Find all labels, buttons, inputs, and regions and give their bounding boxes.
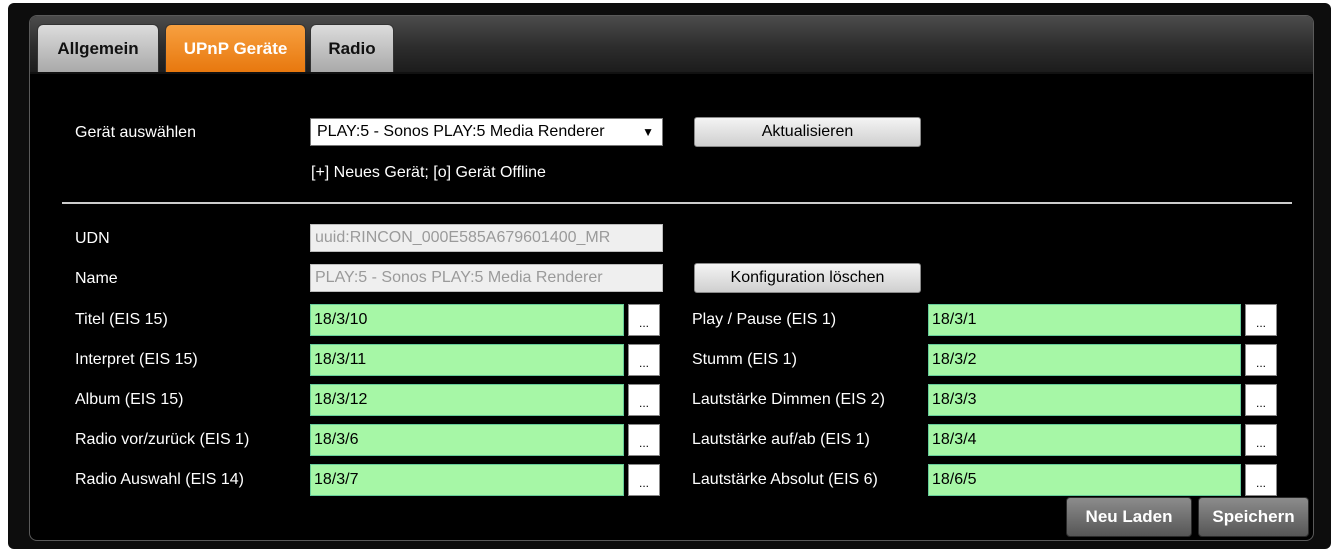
device-select-value: PLAY:5 - Sonos PLAY:5 Media Renderer xyxy=(317,123,605,140)
album-label: Album (EIS 15) xyxy=(75,391,184,408)
name-field: PLAY:5 - Sonos PLAY:5 Media Renderer xyxy=(310,264,663,292)
refresh-button[interactable]: Aktualisieren xyxy=(694,117,921,147)
radio-selection-browse-button[interactable]: ... xyxy=(628,464,660,496)
play-pause-browse-button[interactable]: ... xyxy=(1245,304,1277,336)
name-label: Name xyxy=(75,270,118,287)
tab-bar: Allgemein UPnP Geräte Radio xyxy=(30,16,1313,74)
save-button[interactable]: Speichern xyxy=(1198,497,1309,537)
play-pause-label: Play / Pause (EIS 1) xyxy=(692,311,837,328)
album-browse-button[interactable]: ... xyxy=(628,384,660,416)
title-browse-button[interactable]: ... xyxy=(628,304,660,336)
udn-label: UDN xyxy=(75,230,110,247)
title-label: Titel (EIS 15) xyxy=(75,311,168,328)
radio-next-prev-label: Radio vor/zurück (EIS 1) xyxy=(75,431,250,448)
mute-group-address-input[interactable]: 18/3/2 xyxy=(928,344,1241,376)
settings-panel: Allgemein UPnP Geräte Radio Gerät auswäh… xyxy=(29,15,1314,541)
volume-absolute-group-address-input[interactable]: 18/6/5 xyxy=(928,464,1241,496)
mute-browse-button[interactable]: ... xyxy=(1245,344,1277,376)
artist-label: Interpret (EIS 15) xyxy=(75,351,198,368)
udn-field: uuid:RINCON_000E585A679601400_MR xyxy=(310,224,663,252)
radio-selection-label: Radio Auswahl (EIS 14) xyxy=(75,471,244,488)
radio-next-prev-group-address-input[interactable]: 18/3/6 xyxy=(310,424,624,456)
radio-next-prev-browse-button[interactable]: ... xyxy=(628,424,660,456)
volume-up-down-browse-button[interactable]: ... xyxy=(1245,424,1277,456)
title-group-address-input[interactable]: 18/3/10 xyxy=(310,304,624,336)
tab-allgemein[interactable]: Allgemein xyxy=(37,24,159,72)
mute-label: Stumm (EIS 1) xyxy=(692,351,797,368)
tab-upnp-geraete[interactable]: UPnP Geräte xyxy=(165,24,306,72)
reload-button[interactable]: Neu Laden xyxy=(1066,497,1192,537)
volume-dim-group-address-input[interactable]: 18/3/3 xyxy=(928,384,1241,416)
device-legend-hint: [+] Neues Gerät; [o] Gerät Offline xyxy=(311,164,546,181)
tab-content: Gerät auswählen PLAY:5 - Sonos PLAY:5 Me… xyxy=(30,74,1313,540)
artist-browse-button[interactable]: ... xyxy=(628,344,660,376)
volume-dim-browse-button[interactable]: ... xyxy=(1245,384,1277,416)
radio-selection-group-address-input[interactable]: 18/3/7 xyxy=(310,464,624,496)
chevron-down-icon: ▼ xyxy=(642,125,654,139)
device-select[interactable]: PLAY:5 - Sonos PLAY:5 Media Renderer ▼ xyxy=(310,118,663,146)
tab-radio[interactable]: Radio xyxy=(310,24,394,72)
delete-configuration-button[interactable]: Konfiguration löschen xyxy=(694,263,921,293)
device-select-label: Gerät auswählen xyxy=(75,124,196,141)
volume-dim-label: Lautstärke Dimmen (EIS 2) xyxy=(692,391,885,408)
volume-up-down-label: Lautstärke auf/ab (EIS 1) xyxy=(692,431,870,448)
volume-up-down-group-address-input[interactable]: 18/3/4 xyxy=(928,424,1241,456)
divider xyxy=(62,202,1292,204)
play-pause-group-address-input[interactable]: 18/3/1 xyxy=(928,304,1241,336)
artist-group-address-input[interactable]: 18/3/11 xyxy=(310,344,624,376)
album-group-address-input[interactable]: 18/3/12 xyxy=(310,384,624,416)
volume-absolute-label: Lautstärke Absolut (EIS 6) xyxy=(692,471,878,488)
volume-absolute-browse-button[interactable]: ... xyxy=(1245,464,1277,496)
